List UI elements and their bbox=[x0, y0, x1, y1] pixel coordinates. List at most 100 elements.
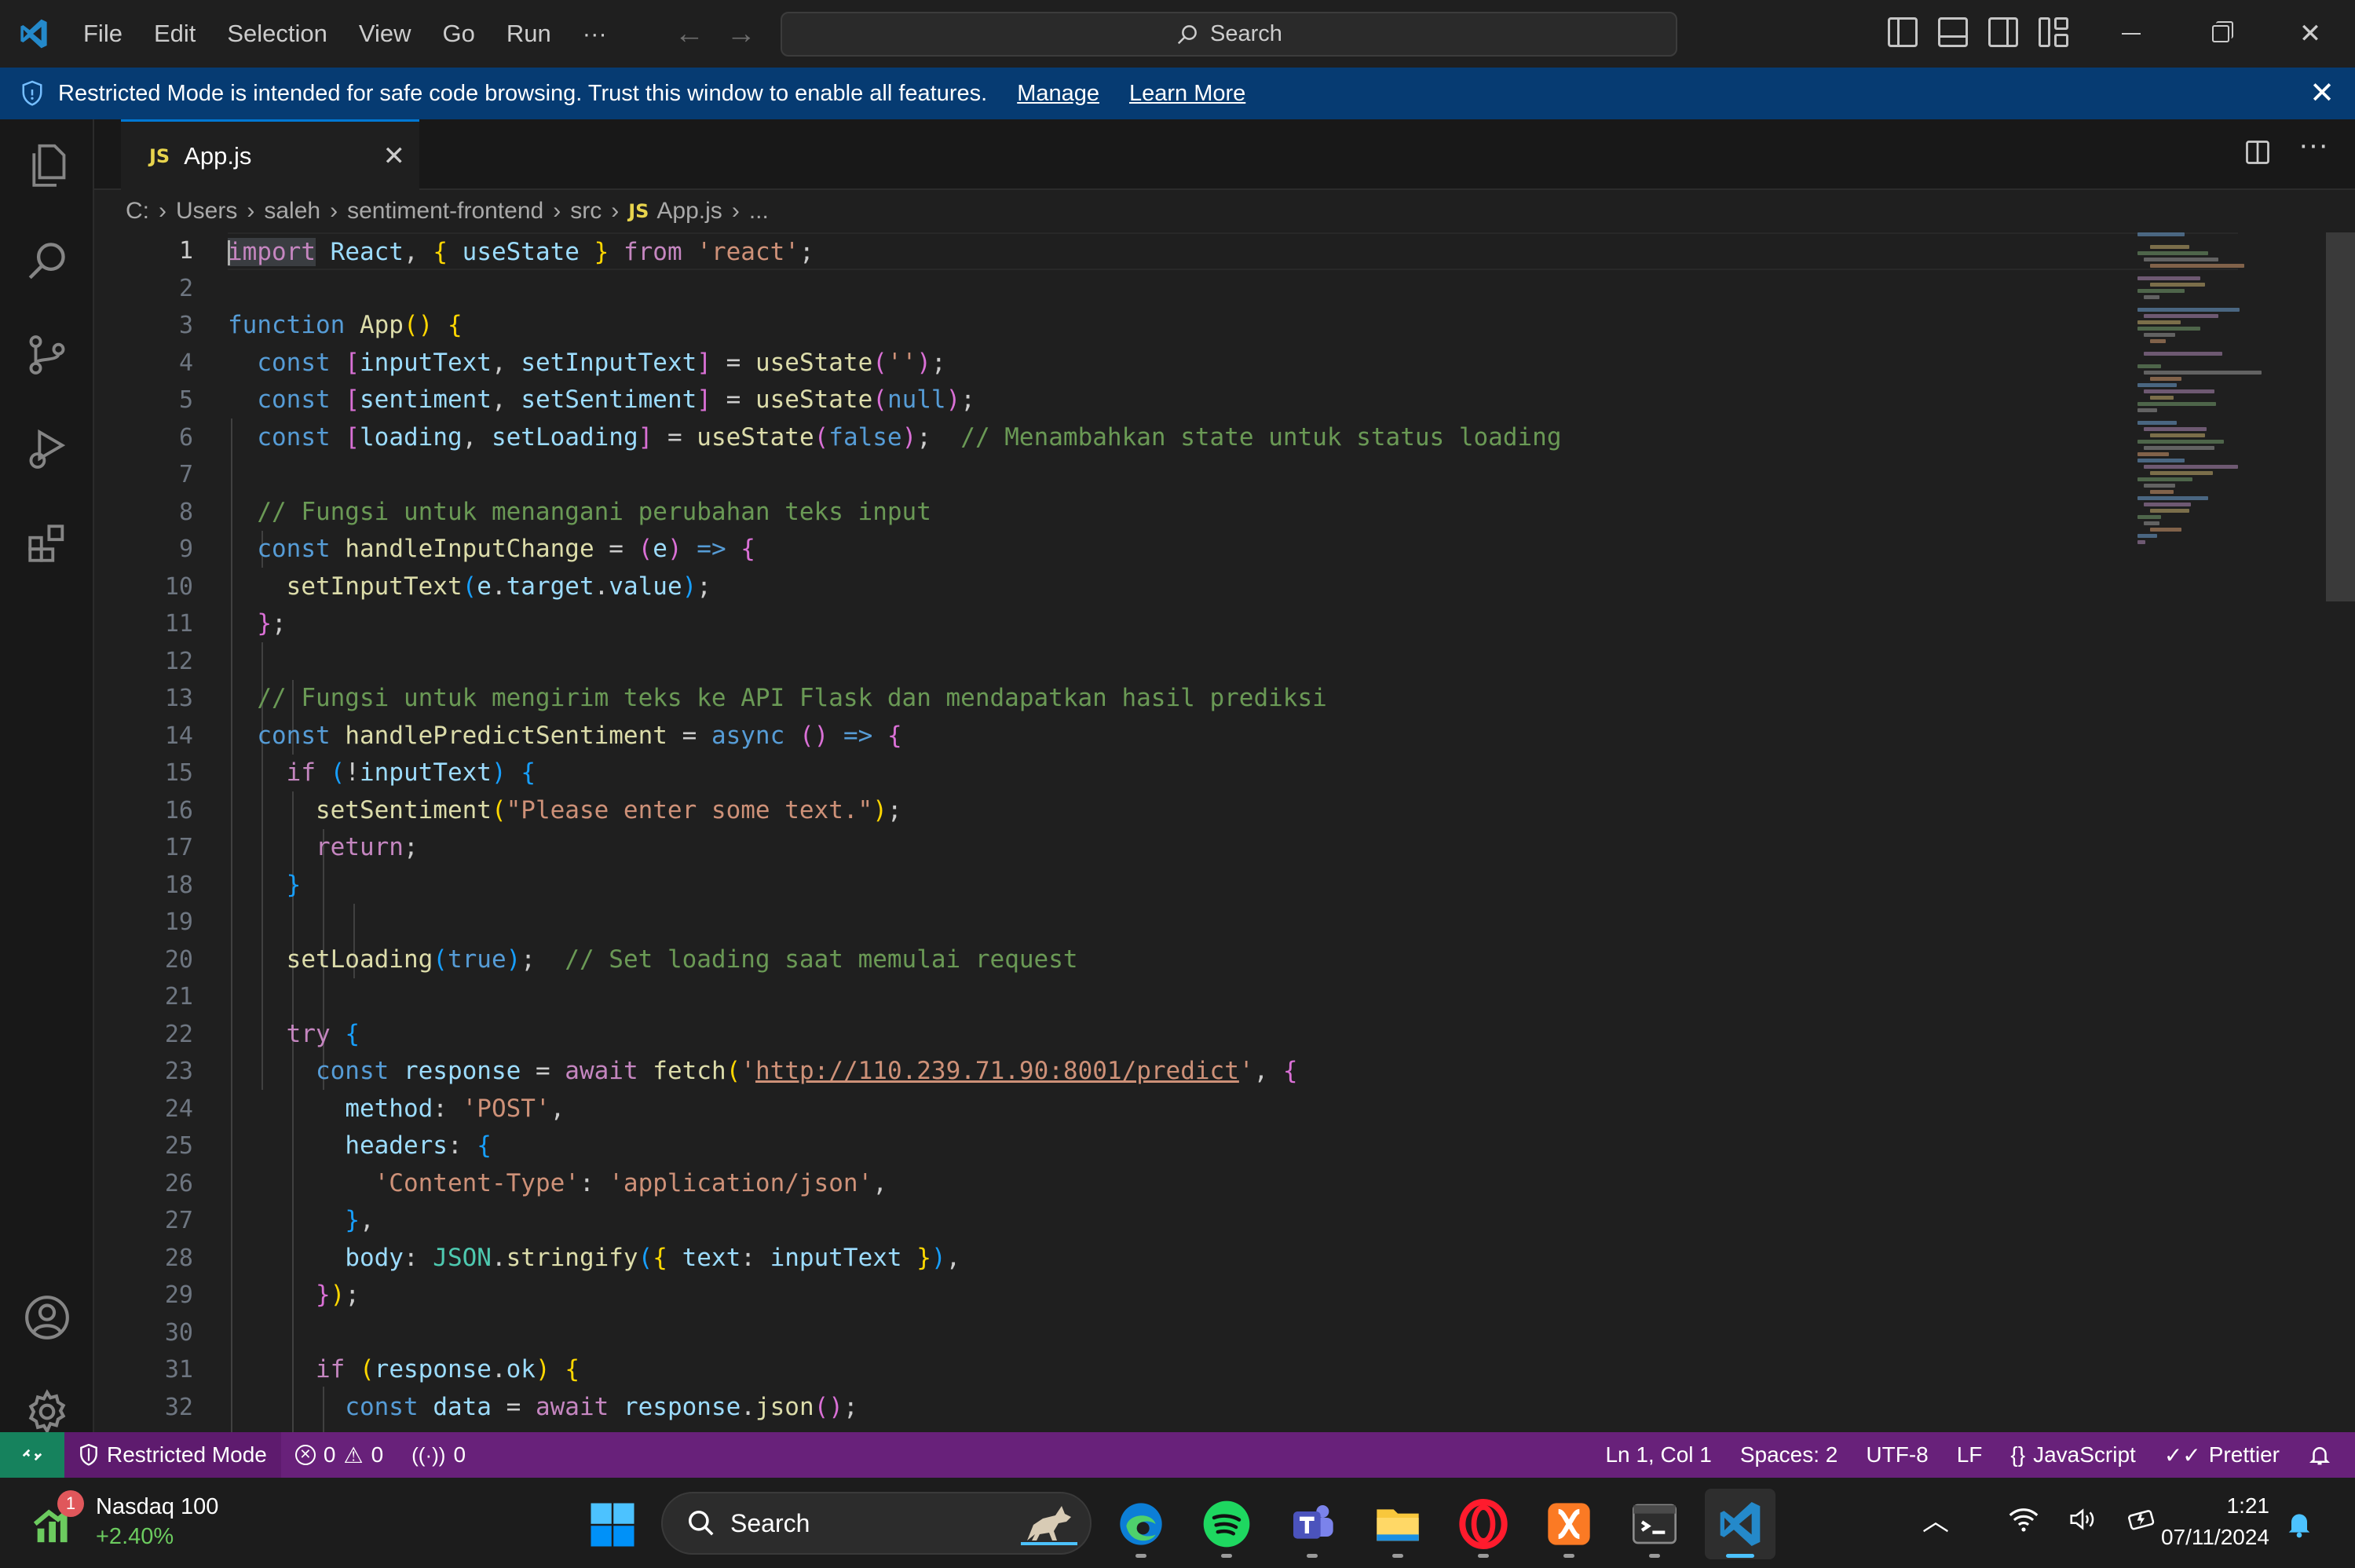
code-content[interactable]: import React, { useState } from 'react';… bbox=[228, 232, 2238, 1432]
stock-widget[interactable]: 1 Nasdaq 100 +2.40% bbox=[28, 1490, 218, 1552]
menu-go[interactable]: Go bbox=[427, 0, 491, 68]
indentation-status[interactable]: Spaces: 2 bbox=[1726, 1432, 1852, 1478]
search-icon bbox=[689, 1511, 714, 1536]
status-bar: Restricted Mode ✕ 0 ⚠ 0 ((·)) 0 Ln 1, Co… bbox=[0, 1432, 2355, 1478]
restore-button[interactable] bbox=[2176, 0, 2265, 68]
problems-status[interactable]: ✕ 0 ⚠ 0 bbox=[281, 1432, 397, 1478]
line-number: 13 bbox=[164, 685, 193, 712]
back-arrow-icon[interactable]: ← bbox=[664, 17, 715, 51]
learn-more-link[interactable]: Learn More bbox=[1129, 81, 1245, 107]
minimap-line bbox=[2150, 528, 2181, 532]
forward-arrow-icon[interactable]: → bbox=[715, 17, 767, 51]
manage-link[interactable]: Manage bbox=[1017, 81, 1099, 107]
minimap-line bbox=[2137, 477, 2192, 481]
minimap-line bbox=[2144, 427, 2207, 431]
language-label: JavaScript bbox=[2033, 1442, 2136, 1467]
taskbar-teams-icon[interactable] bbox=[1277, 1489, 1348, 1559]
code-editor[interactable]: 1 2 3 4 5 6 7 8 9 10 11 12 13 14 15 16 17 18 19 20 21 22 23 24 2… bbox=[94, 232, 2355, 1432]
breadcrumb-item[interactable]: src bbox=[570, 198, 602, 225]
minimap[interactable] bbox=[2137, 232, 2326, 594]
code-line: setLoading(true); // Set loading saat me… bbox=[286, 945, 1078, 974]
minimize-button[interactable] bbox=[2086, 0, 2176, 68]
menu-file[interactable]: File bbox=[68, 0, 138, 68]
close-tab-icon[interactable]: ✕ bbox=[383, 141, 406, 172]
minimap-line bbox=[2137, 515, 2161, 519]
minimap-line bbox=[2137, 534, 2157, 538]
system-clock[interactable]: 1:21 07/11/2024 bbox=[2144, 1490, 2269, 1553]
breadcrumb-item[interactable]: App.js bbox=[656, 198, 722, 225]
tab-label: App.js bbox=[184, 141, 252, 170]
menu-edit[interactable]: Edit bbox=[138, 0, 211, 68]
minimap-line bbox=[2137, 440, 2224, 444]
customize-layout-icon[interactable] bbox=[2039, 17, 2068, 47]
minimap-line bbox=[2137, 452, 2169, 456]
explorer-icon[interactable] bbox=[0, 119, 94, 214]
toggle-primary-sidebar-icon[interactable] bbox=[1888, 17, 1918, 47]
menu-selection[interactable]: Selection bbox=[211, 0, 343, 68]
minimap-line bbox=[2150, 283, 2205, 287]
more-actions-icon[interactable]: ··· bbox=[2298, 129, 2328, 163]
split-editor-icon[interactable] bbox=[2243, 138, 2272, 170]
taskbar-vscode-icon[interactable] bbox=[1705, 1489, 1775, 1559]
shield-icon bbox=[80, 1444, 97, 1466]
menu-run[interactable]: Run bbox=[491, 0, 567, 68]
source-control-icon[interactable] bbox=[0, 308, 94, 402]
accounts-icon[interactable] bbox=[0, 1270, 94, 1365]
line-number: 24 bbox=[164, 1095, 193, 1123]
prettier-status[interactable]: ✓✓ Prettier bbox=[2150, 1432, 2294, 1478]
line-number: 12 bbox=[164, 647, 193, 675]
language-mode[interactable]: {} JavaScript bbox=[1996, 1432, 2149, 1478]
command-center-search[interactable]: Search bbox=[781, 12, 1677, 57]
line-number-gutter: 1 2 3 4 5 6 7 8 9 10 11 12 13 14 15 16 17 18 19 20 21 22 23 24 2… bbox=[94, 232, 228, 1426]
minimap-line bbox=[2144, 371, 2262, 375]
js-file-icon: JS bbox=[149, 144, 170, 167]
taskbar-edge-icon[interactable] bbox=[1106, 1489, 1176, 1559]
toggle-panel-icon[interactable] bbox=[1938, 17, 1968, 47]
run-and-debug-icon[interactable] bbox=[0, 402, 94, 496]
minimap-line bbox=[2144, 314, 2218, 318]
search-icon[interactable] bbox=[0, 214, 94, 308]
breadcrumb-item[interactable]: Users bbox=[176, 198, 237, 225]
minimap-line bbox=[2137, 289, 2185, 293]
volume-icon[interactable] bbox=[2067, 1504, 2098, 1534]
breadcrumb-item[interactable]: ... bbox=[749, 198, 769, 225]
restricted-mode-status[interactable]: Restricted Mode bbox=[64, 1432, 281, 1478]
notifications-bell-icon[interactable] bbox=[2294, 1432, 2355, 1478]
line-number: 23 bbox=[164, 1058, 193, 1085]
notification-bell-icon[interactable] bbox=[2284, 1508, 2315, 1543]
line-number: 22 bbox=[164, 1020, 193, 1048]
extensions-icon[interactable] bbox=[0, 496, 94, 590]
vertical-scrollbar[interactable] bbox=[2326, 232, 2355, 601]
menu-view[interactable]: View bbox=[343, 0, 427, 68]
line-number: 18 bbox=[164, 871, 193, 899]
line-number: 26 bbox=[164, 1169, 193, 1197]
toggle-secondary-sidebar-icon[interactable] bbox=[1988, 17, 2018, 47]
breadcrumb-item[interactable]: C: bbox=[126, 198, 149, 225]
taskbar-xampp-icon[interactable] bbox=[1534, 1489, 1604, 1559]
code-line: const [sentiment, setSentiment] = useSta… bbox=[257, 386, 975, 414]
taskbar-file-explorer-icon[interactable] bbox=[1362, 1489, 1433, 1559]
wifi-icon[interactable] bbox=[2007, 1504, 2040, 1534]
ports-status[interactable]: ((·)) 0 bbox=[397, 1432, 480, 1478]
line-number: 30 bbox=[164, 1318, 193, 1347]
breadcrumb-item[interactable]: saleh bbox=[264, 198, 320, 225]
cursor-position[interactable]: Ln 1, Col 1 bbox=[1591, 1432, 1725, 1478]
close-window-button[interactable]: ✕ bbox=[2265, 0, 2355, 68]
menu-more[interactable]: ··· bbox=[567, 0, 623, 68]
line-number: 19 bbox=[164, 908, 193, 936]
line-number: 11 bbox=[164, 610, 193, 638]
tab-app-js[interactable]: JS App.js ✕ bbox=[121, 119, 419, 190]
code-line: setInputText(e.target.value); bbox=[286, 572, 711, 601]
breadcrumb-item[interactable]: sentiment-frontend bbox=[347, 198, 543, 225]
windows-start-icon[interactable] bbox=[589, 1501, 636, 1552]
taskbar-terminal-icon[interactable] bbox=[1619, 1489, 1690, 1559]
taskbar-opera-icon[interactable] bbox=[1448, 1489, 1519, 1559]
encoding-status[interactable]: UTF-8 bbox=[1852, 1432, 1942, 1478]
close-icon[interactable]: ✕ bbox=[2309, 75, 2335, 111]
chevron-up-icon[interactable]: ︿ bbox=[1922, 1500, 1949, 1538]
taskbar-search-box[interactable]: Search bbox=[661, 1492, 1092, 1555]
eol-status[interactable]: LF bbox=[1943, 1432, 1997, 1478]
taskbar-spotify-icon[interactable] bbox=[1191, 1489, 1262, 1559]
remote-indicator-icon[interactable] bbox=[0, 1432, 64, 1478]
